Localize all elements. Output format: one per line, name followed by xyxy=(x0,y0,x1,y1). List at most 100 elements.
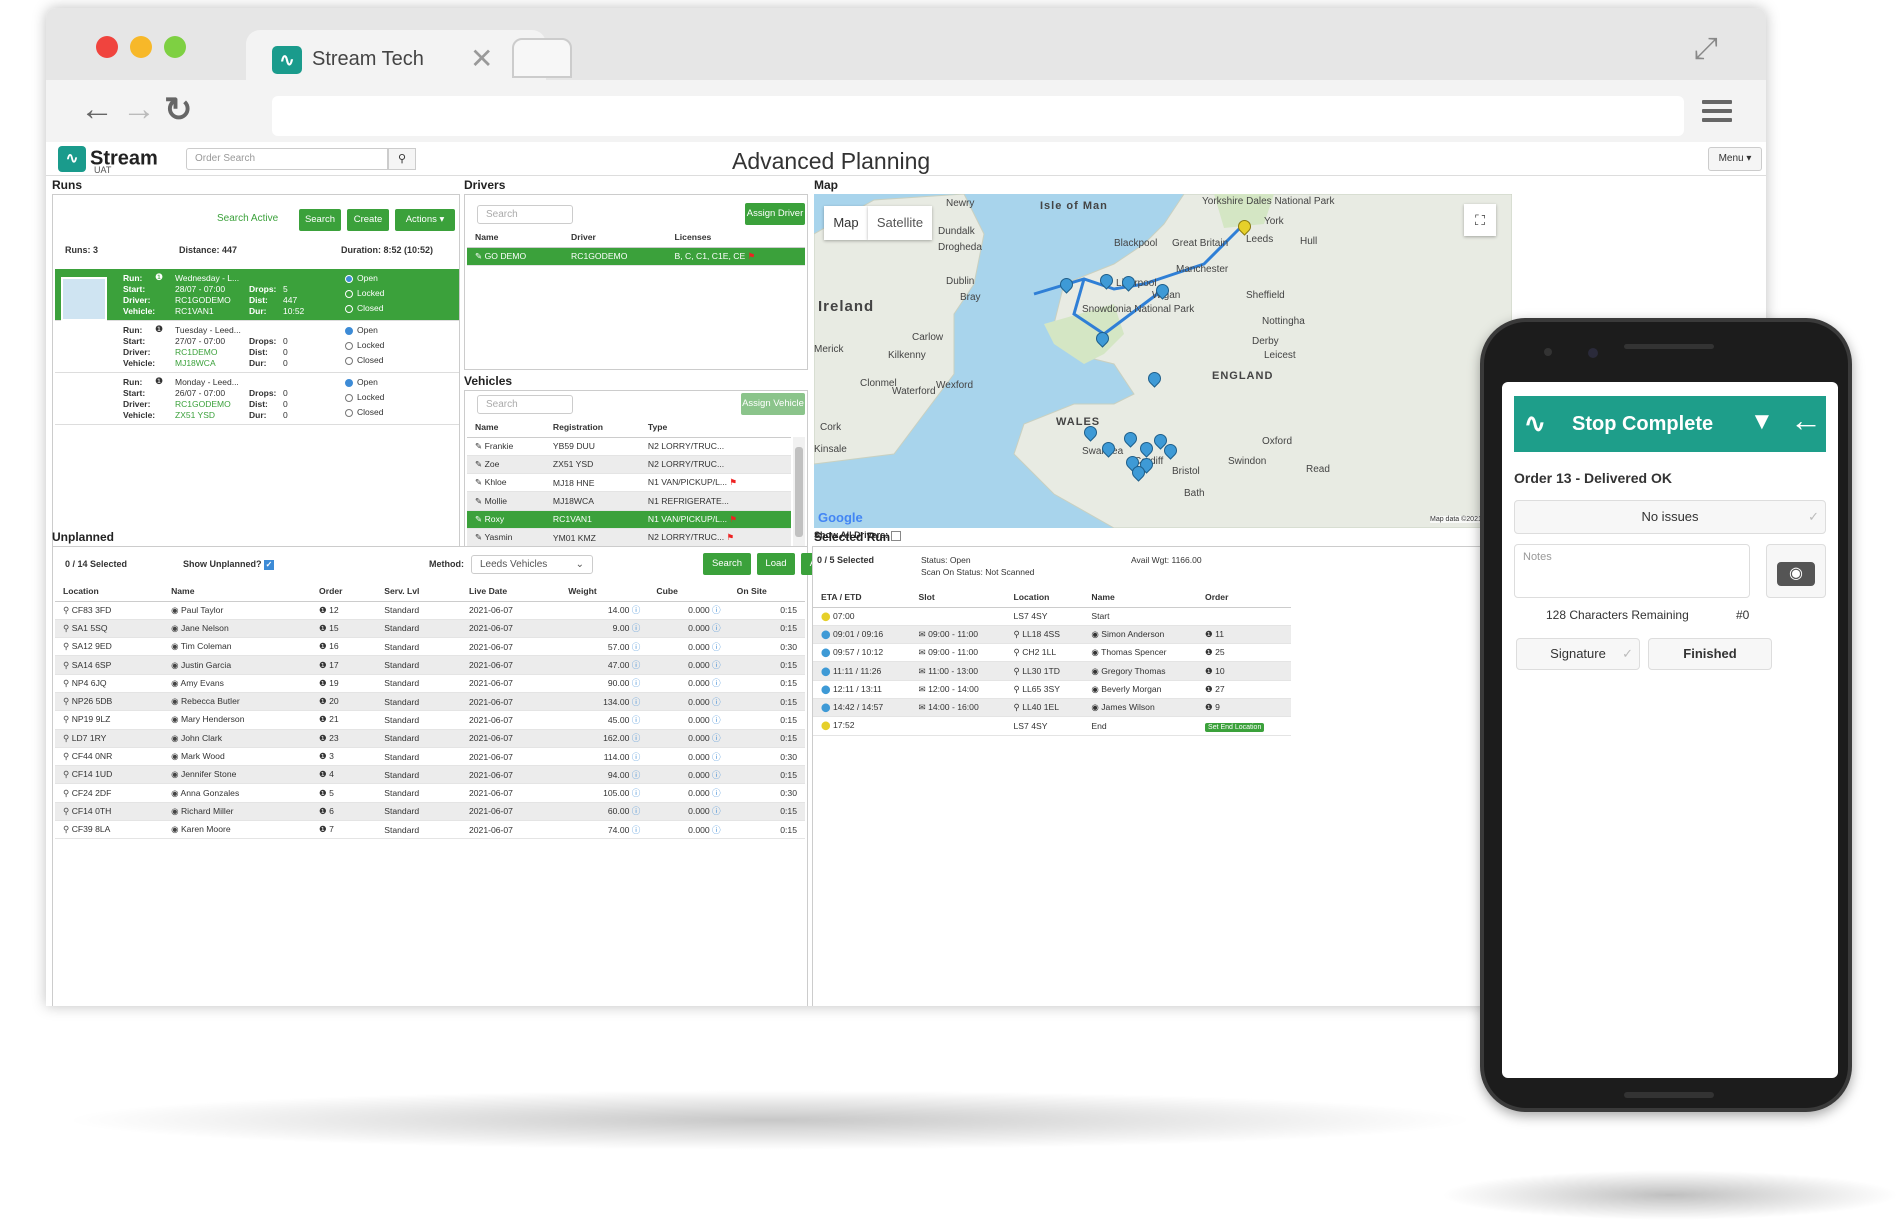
vehicles-scrollbar[interactable] xyxy=(793,437,805,561)
info-icon[interactable]: ⓘ xyxy=(710,660,721,670)
camera-button[interactable]: ◉ xyxy=(1766,544,1826,598)
column-header[interactable]: Order xyxy=(1197,587,1291,608)
drivers-search-input[interactable]: Search xyxy=(477,205,573,224)
info-icon[interactable]: ❶ xyxy=(1205,666,1215,676)
info-icon[interactable]: ⓘ xyxy=(710,697,721,707)
run-status-radio[interactable]: Closed xyxy=(345,355,383,365)
column-header[interactable]: Slot xyxy=(910,587,1006,608)
info-icon[interactable]: ❶ xyxy=(319,623,329,633)
info-icon[interactable]: ⓘ xyxy=(710,605,721,615)
new-tab-button[interactable] xyxy=(512,38,572,78)
stop-row[interactable]: ⬤ 11:11 / 11:26 ✉ 11:00 - 13:00 ⚲ LL30 1TD… xyxy=(813,661,1291,681)
assign-driver-button[interactable]: Assign Driver xyxy=(745,203,805,225)
info-icon[interactable]: ⓘ xyxy=(710,733,721,743)
info-icon[interactable]: ⓘ xyxy=(629,770,641,780)
stop-row[interactable]: ⬤ 07:00 LS7 4SY Start xyxy=(813,607,1291,626)
edit-icon[interactable]: ✎ xyxy=(475,251,485,261)
run-item[interactable]: Run: Wednesday - L... Start: 28/07 - 07:00 D… xyxy=(55,269,459,321)
run-status-radio[interactable]: Locked xyxy=(345,392,384,402)
run-item[interactable]: Run: Tuesday - Leed... Start: 27/07 - 07:00… xyxy=(55,321,459,373)
info-icon[interactable]: ❶ xyxy=(319,696,329,706)
browser-menu-icon[interactable] xyxy=(1702,100,1732,124)
edit-icon[interactable]: ✎ xyxy=(475,459,485,469)
info-icon[interactable]: ⓘ xyxy=(629,660,641,670)
info-icon[interactable]: ❶ xyxy=(319,678,329,688)
info-icon[interactable]: ⓘ xyxy=(710,752,721,762)
satellite-tab[interactable]: Satellite xyxy=(868,206,932,240)
run-status-radio[interactable]: Open xyxy=(345,325,378,335)
info-icon[interactable]: ❶ xyxy=(1205,702,1215,712)
stop-row[interactable]: ⬤ 17:52 LS7 4SY End Set End Location xyxy=(813,716,1291,736)
info-icon[interactable]: ❶ xyxy=(155,376,163,387)
browser-tab[interactable]: ∿ Stream Tech ✕ xyxy=(246,30,546,86)
info-icon[interactable]: ⓘ xyxy=(710,806,721,816)
column-header[interactable]: Cube xyxy=(648,581,729,602)
column-header[interactable]: Weight xyxy=(560,581,649,602)
forward-arrow-icon[interactable]: → xyxy=(122,90,156,129)
column-header[interactable]: Name xyxy=(467,227,564,248)
runs-search-button[interactable]: Search xyxy=(299,209,341,231)
column-header[interactable]: Name xyxy=(163,581,312,602)
info-icon[interactable]: ❶ xyxy=(155,272,163,283)
set-end-location-button[interactable]: Set End Location xyxy=(1205,722,1265,732)
back-arrow-icon[interactable]: ← xyxy=(80,90,114,129)
run-status-radio[interactable]: Locked xyxy=(345,288,384,298)
run-status-radio[interactable]: Closed xyxy=(345,303,383,313)
method-select[interactable]: Leeds Vehicles ⌄ xyxy=(471,555,593,574)
info-icon[interactable]: ❶ xyxy=(319,733,329,743)
column-header[interactable]: On Site xyxy=(728,581,805,602)
column-header[interactable]: Location xyxy=(1005,587,1084,608)
unplanned-load-button[interactable]: Load xyxy=(757,553,795,575)
info-icon[interactable]: ⓘ xyxy=(629,806,641,816)
info-icon[interactable]: ⓘ xyxy=(629,715,641,725)
column-header[interactable]: Order xyxy=(311,581,377,602)
unplanned-row[interactable]: ⚲ SA1 5SQ ◉ Jane Nelson ❶ 15 Standard 2021-0… xyxy=(55,619,805,639)
info-icon[interactable]: ⓘ xyxy=(629,605,641,615)
unplanned-row[interactable]: ⚲ CF83 3FD ◉ Paul Taylor ❶ 12 Standard 2021-… xyxy=(55,601,805,620)
info-icon[interactable]: ⓘ xyxy=(710,715,721,725)
info-icon[interactable]: ⓘ xyxy=(629,788,641,798)
info-icon[interactable]: ❶ xyxy=(319,824,329,834)
unplanned-search-button[interactable]: Search xyxy=(703,553,751,575)
order-search-input[interactable]: Order Search xyxy=(186,148,388,170)
unplanned-row[interactable]: ⚲ CF14 1UD ◉ Jennifer Stone ❶ 4 Standard 202… xyxy=(55,765,805,785)
vehicles-search-input[interactable]: Search xyxy=(477,395,573,414)
signature-button[interactable]: Signature ✓ xyxy=(1516,638,1640,670)
stop-row[interactable]: ⬤ 09:01 / 09:16 ✉ 09:00 - 11:00 ⚲ LL18 4SS… xyxy=(813,625,1291,645)
finished-button[interactable]: Finished xyxy=(1648,638,1772,670)
runs-actions-button[interactable]: Actions ▾ xyxy=(395,209,455,231)
vehicle-row[interactable]: ✎ Yasmin YM01 KMZ N2 LORRY/TRUC... ⚑ xyxy=(467,528,791,548)
run-status-radio[interactable]: Open xyxy=(345,377,378,387)
runs-create-button[interactable]: Create xyxy=(347,209,389,231)
column-header[interactable]: Licenses xyxy=(666,227,805,248)
expand-icon[interactable]: ⤢ xyxy=(1694,32,1718,66)
info-icon[interactable]: ❶ xyxy=(155,324,163,335)
vehicle-row[interactable]: ✎ Zoe ZX51 YSD N2 LORRY/TRUC... xyxy=(467,455,791,475)
info-icon[interactable]: ⓘ xyxy=(710,642,721,652)
stop-row[interactable]: ⬤ 12:11 / 13:11 ✉ 12:00 - 14:00 ⚲ LL65 3SY… xyxy=(813,680,1291,699)
info-icon[interactable]: ⓘ xyxy=(629,752,641,762)
run-status-radio[interactable]: Locked xyxy=(345,340,384,350)
filter-icon[interactable]: ▼ xyxy=(1750,408,1774,436)
show-all-drivers-checkbox[interactable] xyxy=(890,530,901,541)
unplanned-row[interactable]: ⚲ NP26 5DB ◉ Rebecca Butler ❶ 20 Standard 20… xyxy=(55,692,805,712)
info-icon[interactable]: ❶ xyxy=(319,806,329,816)
info-icon[interactable]: ❶ xyxy=(319,769,329,779)
map-tab[interactable]: Map xyxy=(824,206,868,240)
vehicle-row[interactable]: ✎ Frankie YB59 DUU N2 LORRY/TRUC... xyxy=(467,437,791,456)
info-icon[interactable]: ⓘ xyxy=(629,642,641,652)
unplanned-row[interactable]: ⚲ SA12 9ED ◉ Tim Coleman ❶ 16 Standard 2021-… xyxy=(55,637,805,657)
column-header[interactable]: ETA / ETD xyxy=(813,587,911,608)
edit-icon[interactable]: ✎ xyxy=(475,477,485,487)
column-header[interactable]: Location xyxy=(55,581,164,602)
edit-icon[interactable]: ✎ xyxy=(475,514,485,524)
stop-row[interactable]: ⬤ 14:42 / 14:57 ✉ 14:00 - 16:00 ⚲ LL40 1EL… xyxy=(813,698,1291,718)
info-icon[interactable]: ⓘ xyxy=(629,825,641,835)
close-window-dot[interactable] xyxy=(96,36,118,58)
info-icon[interactable]: ⓘ xyxy=(710,623,721,633)
unplanned-row[interactable]: ⚲ CF14 0TH ◉ Richard Miller ❶ 6 Standard 202… xyxy=(55,802,805,822)
issue-select[interactable]: No issues ✓ xyxy=(1514,500,1826,534)
info-icon[interactable]: ❶ xyxy=(1205,684,1215,694)
back-arrow-icon[interactable]: ← xyxy=(1790,402,1822,439)
column-header[interactable]: Driver xyxy=(563,227,667,248)
